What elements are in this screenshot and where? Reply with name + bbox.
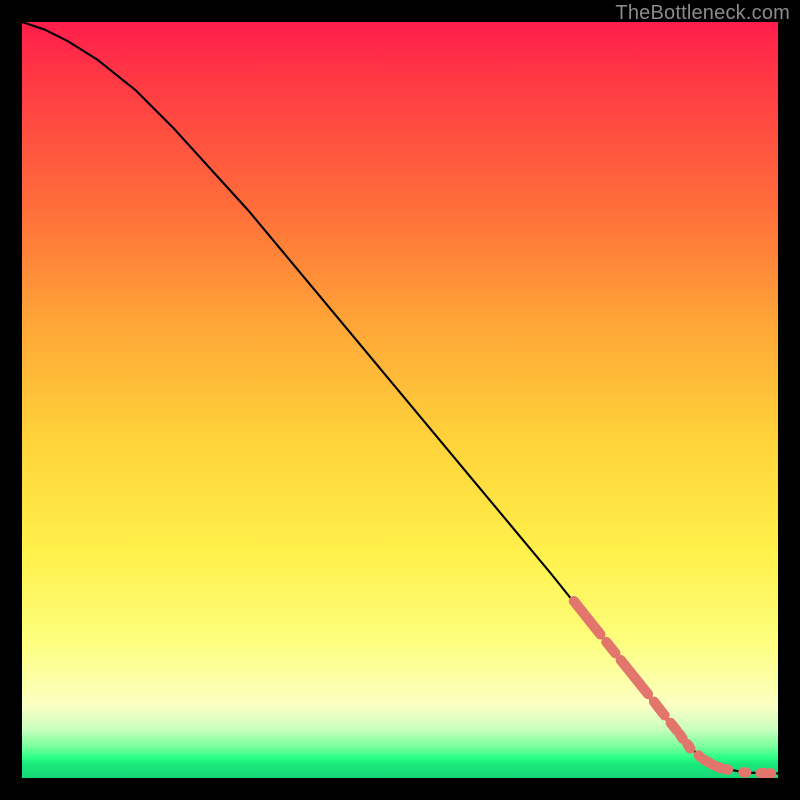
dashed-overlay <box>574 601 771 773</box>
chart-plot-area <box>22 22 778 778</box>
dash-segment <box>606 642 615 653</box>
main-curve <box>22 22 778 773</box>
dash-segment <box>671 723 677 731</box>
dash-segment <box>680 734 683 739</box>
chart-svg <box>22 22 778 778</box>
dash-segment <box>687 744 690 749</box>
dash-segment <box>574 601 600 634</box>
dash-segment <box>621 660 648 694</box>
curve-layer <box>22 22 778 773</box>
chart-stage: TheBottleneck.com <box>0 0 800 800</box>
dash-segment <box>659 708 665 716</box>
dash-segment <box>725 769 728 770</box>
